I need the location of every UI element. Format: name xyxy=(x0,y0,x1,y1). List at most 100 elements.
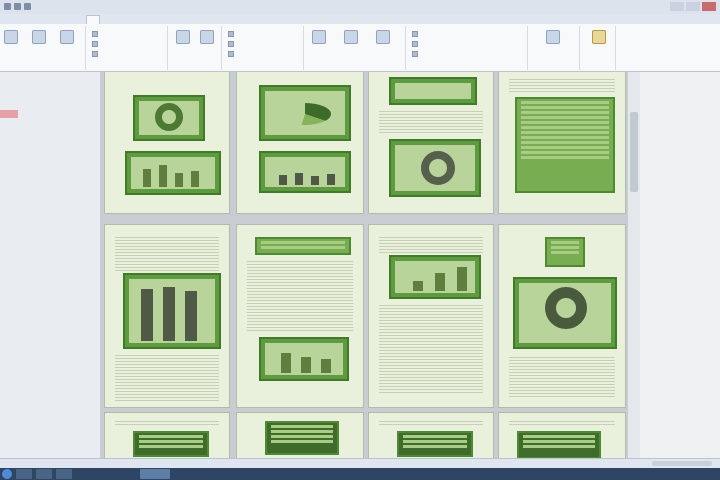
tab-addins[interactable] xyxy=(102,15,114,24)
macros-button[interactable] xyxy=(590,30,608,44)
document-area[interactable] xyxy=(100,72,640,458)
web-layout-button[interactable] xyxy=(58,30,76,44)
two-pages-button[interactable] xyxy=(228,40,234,47)
quick-access-toolbar xyxy=(4,3,31,10)
page-thumbnail[interactable] xyxy=(104,72,230,214)
page-thumbnail[interactable] xyxy=(236,72,364,214)
page-thumbnail[interactable] xyxy=(104,224,230,408)
tab-insert[interactable] xyxy=(30,15,42,24)
tab-mailings[interactable] xyxy=(72,15,84,24)
right-gutter xyxy=(640,72,720,458)
sync-scroll-icon xyxy=(412,40,418,47)
vertical-scrollbar[interactable] xyxy=(628,72,640,458)
undo-icon[interactable] xyxy=(14,3,21,10)
donut-chart xyxy=(155,103,183,131)
navigation-pane-checkbox[interactable] xyxy=(92,50,98,57)
new-window-button[interactable] xyxy=(310,30,328,44)
page-thumbnail[interactable] xyxy=(368,412,494,458)
zoom-100-button[interactable] xyxy=(198,30,216,44)
table-image xyxy=(133,431,209,457)
checkbox-icon xyxy=(92,40,98,47)
tab-view[interactable] xyxy=(86,15,100,24)
taskbar-app-button[interactable] xyxy=(56,469,72,479)
text-block xyxy=(115,355,219,401)
table-image xyxy=(255,237,351,255)
pie-chart xyxy=(279,103,331,125)
split-button[interactable] xyxy=(374,30,392,44)
zoom-slider[interactable] xyxy=(652,461,712,466)
view-side-by-side-button[interactable] xyxy=(412,30,418,37)
zoom-100-icon xyxy=(200,30,214,44)
synchronous-scrolling-button[interactable] xyxy=(412,40,418,47)
page-thumbnail[interactable] xyxy=(104,412,230,458)
taskbar xyxy=(0,468,720,480)
reset-icon xyxy=(412,50,418,57)
page-thumbnail[interactable] xyxy=(498,72,626,214)
page-width-button[interactable] xyxy=(228,50,234,57)
print-layout-button[interactable] xyxy=(2,30,20,44)
text-block xyxy=(509,421,615,427)
side-by-side-icon xyxy=(412,30,418,37)
chart-image xyxy=(125,151,221,195)
table-image xyxy=(515,97,615,193)
text-block xyxy=(379,305,483,395)
page-thumbnail[interactable] xyxy=(498,412,626,458)
text-block xyxy=(115,421,219,427)
tab-file[interactable] xyxy=(2,15,14,24)
table-image xyxy=(265,421,339,455)
chart-image xyxy=(123,273,221,349)
scrollbar-thumb[interactable] xyxy=(630,112,638,192)
gridlines-checkbox[interactable] xyxy=(92,40,98,47)
taskbar-app-button[interactable] xyxy=(36,469,52,479)
reset-window-position-button[interactable] xyxy=(412,50,418,57)
arrange-icon xyxy=(344,30,358,44)
page-thumbnail[interactable] xyxy=(236,224,364,408)
tab-references[interactable] xyxy=(58,15,70,24)
switch-windows-icon xyxy=(546,30,560,44)
one-page-button[interactable] xyxy=(228,30,234,37)
chart-image xyxy=(259,85,351,141)
tab-home[interactable] xyxy=(16,15,28,24)
two-pages-icon xyxy=(228,40,234,47)
left-gutter xyxy=(0,72,100,458)
page-thumbnail[interactable] xyxy=(236,412,364,458)
donut-chart xyxy=(545,287,587,329)
web-layout-icon xyxy=(60,30,74,44)
chart-image xyxy=(259,337,349,381)
checkbox-icon xyxy=(92,30,98,37)
redo-icon[interactable] xyxy=(24,3,31,10)
new-window-icon xyxy=(312,30,326,44)
chart-image xyxy=(259,151,351,193)
magnifier-icon xyxy=(176,30,190,44)
switch-windows-button[interactable] xyxy=(544,30,562,44)
text-block xyxy=(379,421,483,427)
save-icon[interactable] xyxy=(4,3,11,10)
start-button[interactable] xyxy=(2,469,12,479)
ribbon-group-macros xyxy=(582,26,616,70)
table-image xyxy=(545,237,585,267)
side-marker xyxy=(0,110,18,118)
close-button[interactable] xyxy=(702,2,716,11)
minimize-button[interactable] xyxy=(670,2,684,11)
macros-icon xyxy=(592,30,606,44)
text-block xyxy=(379,237,483,255)
ruler-checkbox[interactable] xyxy=(92,30,98,37)
checkbox-icon xyxy=(92,50,98,57)
ribbon-tabs xyxy=(0,14,720,24)
tab-page-layout[interactable] xyxy=(44,15,56,24)
taskbar-word-button[interactable] xyxy=(140,469,170,479)
maximize-button[interactable] xyxy=(686,2,700,11)
text-block xyxy=(509,357,615,397)
page-thumbnail[interactable] xyxy=(368,224,494,408)
donut-chart xyxy=(421,151,455,185)
status-bar xyxy=(0,458,720,468)
zoom-button[interactable] xyxy=(174,30,192,44)
page-thumbnail[interactable] xyxy=(498,224,626,408)
window-controls xyxy=(670,2,716,11)
arrange-all-button[interactable] xyxy=(342,30,360,44)
page-thumbnail[interactable] xyxy=(368,72,494,214)
taskbar-app-button[interactable] xyxy=(16,469,32,479)
chart-image xyxy=(389,77,477,105)
full-screen-reading-button[interactable] xyxy=(30,30,48,44)
chart-image xyxy=(389,139,481,197)
